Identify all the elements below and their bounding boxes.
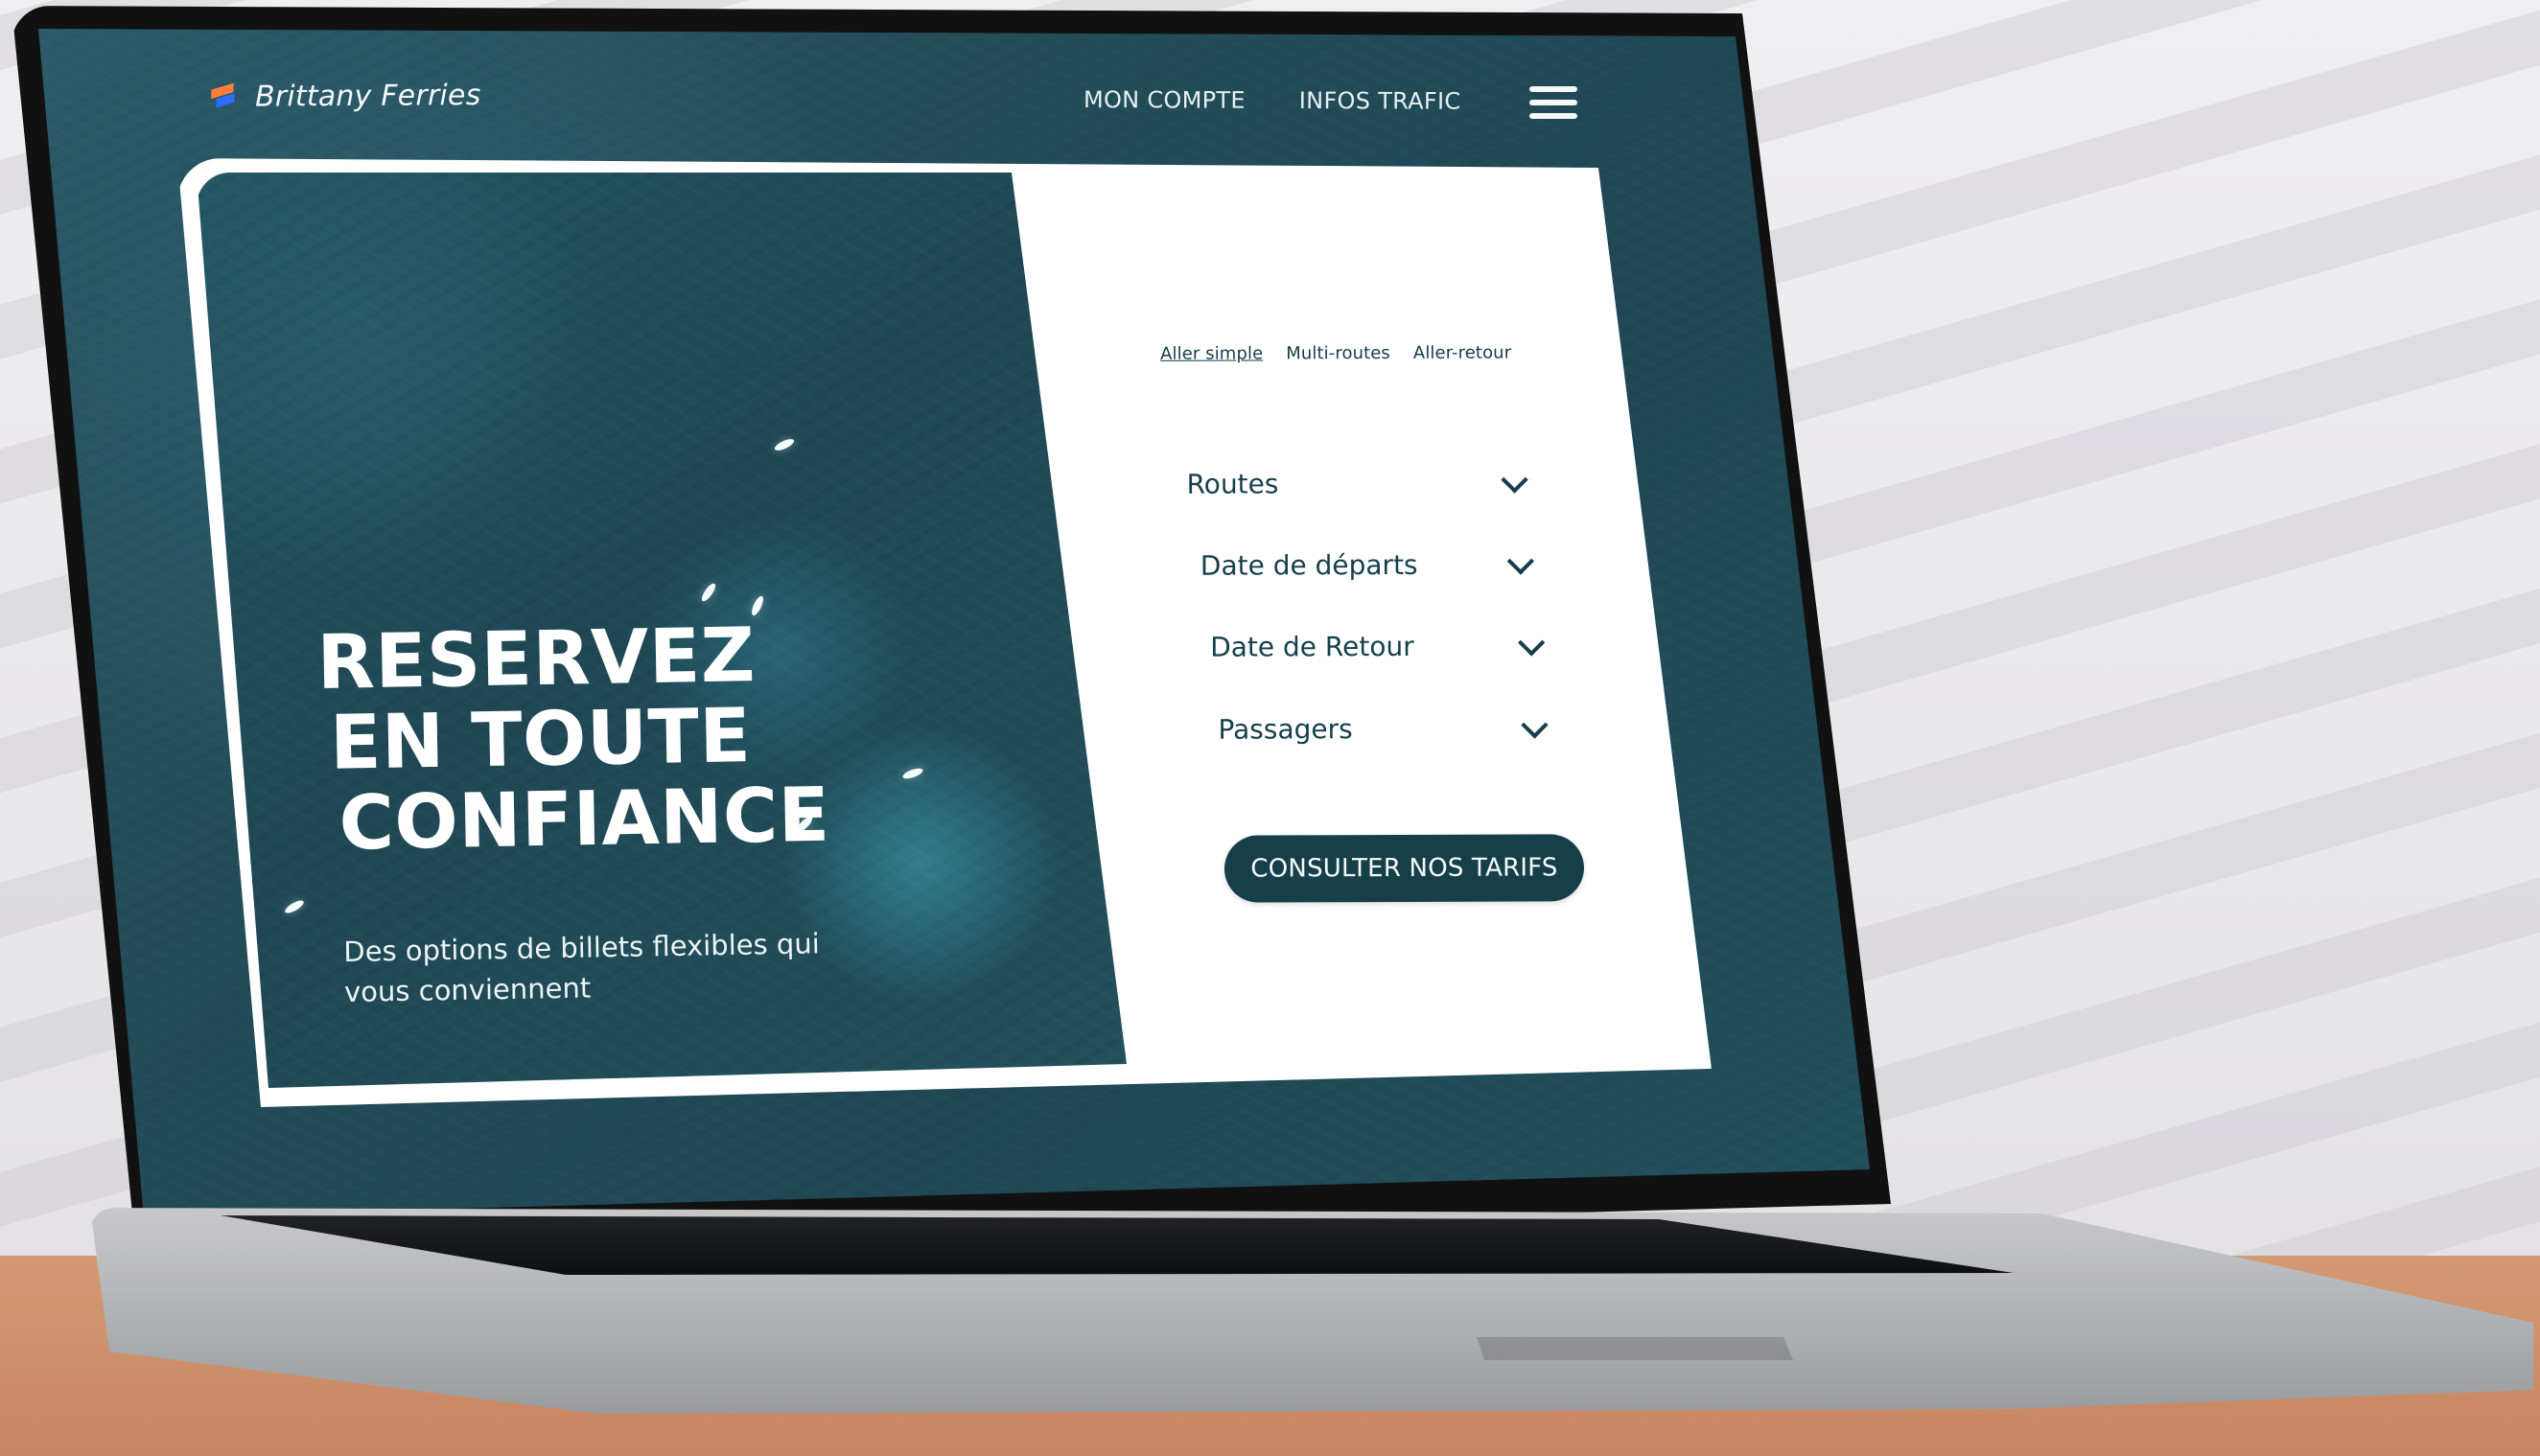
consult-prices-button[interactable]: CONSULTER NOS TARIFS (1223, 834, 1585, 903)
tab-round-trip[interactable]: Aller-retour (1413, 343, 1511, 363)
hero-title-line-2: EN TOUTE (329, 693, 752, 787)
menu-icon-line (1529, 86, 1577, 92)
menu-icon-line (1529, 113, 1577, 119)
trackpad-edge (1477, 1337, 1793, 1360)
menu-icon[interactable] (1529, 86, 1577, 119)
routes-select[interactable]: Routes (1186, 463, 1528, 504)
nav-link-account[interactable]: MON COMPTE (1084, 86, 1246, 114)
nav-link-traffic-info[interactable]: INFOS TRAFIC (1299, 87, 1461, 115)
routes-label: Routes (1186, 467, 1279, 500)
top-navigation: MON COMPTE INFOS TRAFIC (1084, 86, 1461, 115)
departure-date-select[interactable]: Date de départs (1200, 543, 1535, 585)
chevron-down-icon (1506, 547, 1535, 575)
brand[interactable]: Brittany Ferries (209, 71, 481, 121)
brand-name: Brittany Ferries (254, 78, 481, 114)
passengers-label: Passagers (1218, 712, 1353, 746)
return-date-select[interactable]: Date de Retour (1210, 625, 1546, 666)
hero-subtitle: Des options de billets flexibles qui vou… (343, 927, 821, 1009)
chevron-down-icon (1521, 711, 1549, 739)
boat-icon (699, 581, 718, 604)
brand-logo-icon (209, 81, 242, 113)
trip-type-tabs: Aller simple Multi-routes Aller-retour (1160, 343, 1511, 364)
return-date-label: Date de Retour (1210, 630, 1414, 663)
tab-one-way[interactable]: Aller simple (1160, 343, 1263, 363)
hero-title-line-3: CONFIANCE (338, 773, 831, 868)
tab-multi-routes[interactable]: Multi-routes (1286, 343, 1390, 363)
booking-form: Aller simple Multi-routes Aller-retour R… (1117, 324, 1598, 949)
departure-date-label: Date de départs (1200, 548, 1418, 582)
hero-title: RESERVEZ EN TOUTE CONFIANCE (315, 612, 991, 868)
chevron-down-icon (1518, 629, 1546, 657)
boat-icon (773, 436, 796, 453)
chevron-down-icon (1501, 466, 1528, 494)
menu-icon-line (1529, 100, 1577, 105)
passengers-select[interactable]: Passagers (1218, 707, 1549, 749)
boat-icon (283, 898, 306, 915)
hero-title-line-1: RESERVEZ (315, 612, 757, 706)
